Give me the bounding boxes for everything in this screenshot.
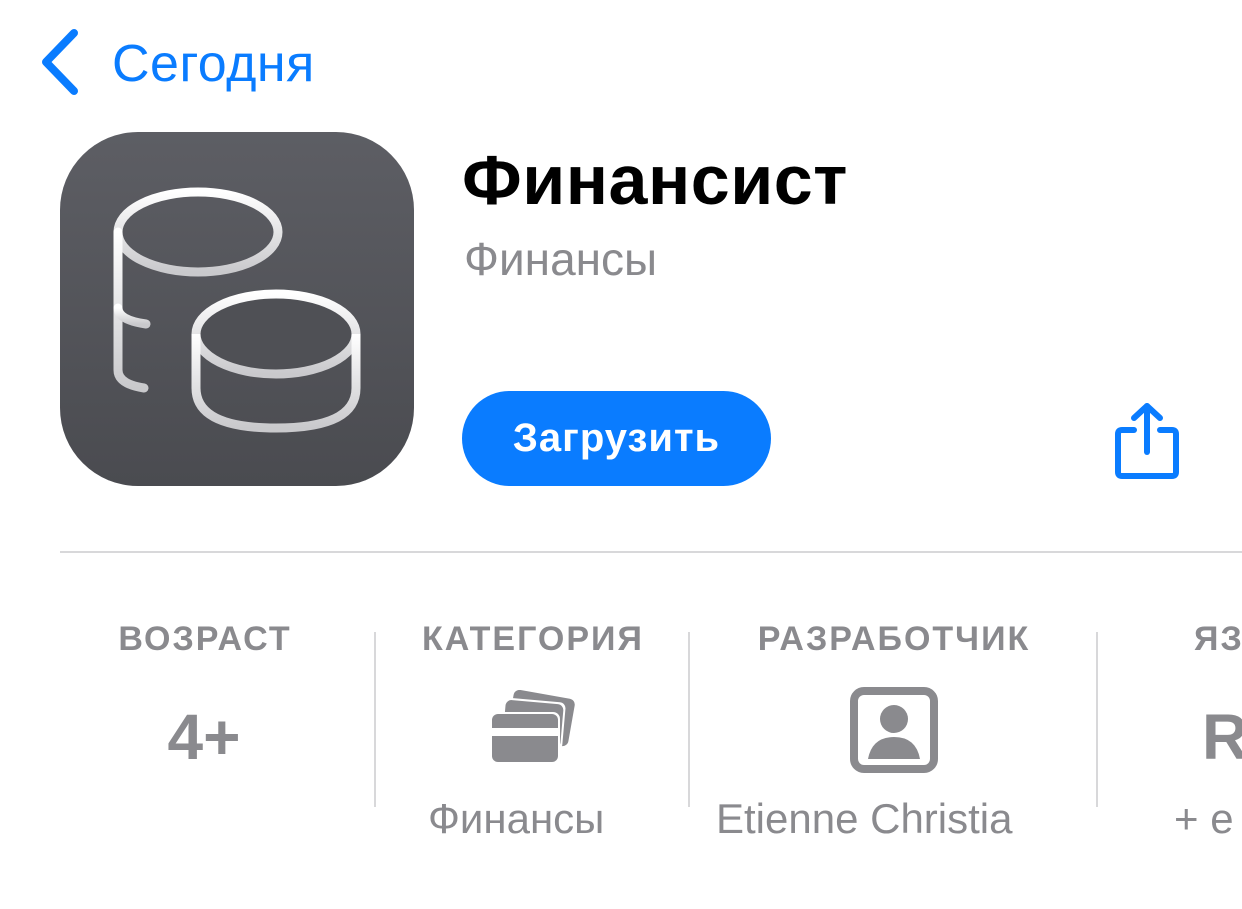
share-icon bbox=[1112, 403, 1182, 486]
coins-icon bbox=[113, 187, 361, 433]
app-subtitle[interactable]: Финансы bbox=[464, 232, 657, 286]
divider bbox=[60, 551, 1242, 553]
category-header: КАТЕГОРИЯ bbox=[422, 620, 644, 658]
category-value: Финансы bbox=[428, 795, 605, 842]
info-age: ВОЗРАСТ bbox=[110, 620, 300, 659]
info-category[interactable]: КАТЕГОРИЯ bbox=[400, 620, 666, 659]
language-header: ЯЗ bbox=[1194, 620, 1242, 658]
info-language[interactable]: ЯЗ bbox=[1194, 620, 1242, 659]
app-icon bbox=[60, 132, 414, 486]
language-sub: + е bbox=[1174, 795, 1234, 842]
app-store-page: Сегодня Финансист Финансы Загрузить ВОЗР… bbox=[0, 0, 1242, 909]
cards-icon bbox=[488, 689, 576, 766]
separator bbox=[688, 632, 690, 807]
developer-header: РАЗРАБОТЧИК bbox=[757, 620, 1031, 658]
person-icon bbox=[850, 687, 938, 773]
language-value: R bbox=[1202, 701, 1242, 773]
text-fade bbox=[1020, 790, 1090, 850]
separator bbox=[1096, 632, 1098, 807]
share-button[interactable] bbox=[1112, 400, 1182, 482]
back-button[interactable]: Сегодня bbox=[36, 28, 315, 100]
info-developer[interactable]: РАЗРАБОТЧИК bbox=[736, 620, 1052, 659]
chevron-left-icon bbox=[36, 27, 82, 102]
age-value: 4+ bbox=[167, 701, 241, 773]
back-label: Сегодня bbox=[112, 35, 315, 93]
get-button[interactable]: Загрузить bbox=[462, 391, 771, 486]
separator bbox=[374, 632, 376, 807]
age-header: ВОЗРАСТ bbox=[118, 620, 292, 658]
app-title: Финансист bbox=[462, 141, 848, 219]
developer-value: Etienne Christia bbox=[716, 795, 1013, 842]
